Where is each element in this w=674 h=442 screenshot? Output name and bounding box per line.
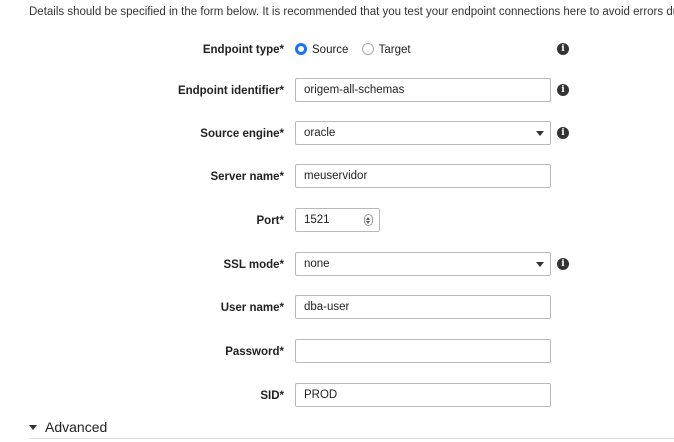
chevron-down-icon — [536, 131, 544, 136]
password-input[interactable] — [295, 339, 551, 363]
ssl-mode-label: SSL mode* — [223, 259, 285, 271]
user-name-label: User name* — [220, 302, 284, 314]
endpoint-type-info-icon[interactable]: i — [557, 43, 569, 55]
advanced-label: Advanced — [45, 419, 108, 435]
port-input[interactable]: 1521 — [295, 208, 380, 232]
chevron-down-icon — [536, 262, 544, 267]
server-name-row: Server name* meuservidor — [0, 164, 674, 190]
user-name-input[interactable]: dba-user — [295, 295, 551, 319]
endpoint-type-row: Endpoint type* Source Target i — [0, 37, 674, 63]
sid-input[interactable]: PROD — [295, 383, 551, 407]
ssl-mode-select[interactable]: none — [295, 252, 551, 276]
source-engine-select[interactable]: oracle — [295, 121, 551, 145]
ssl-mode-value: none — [304, 258, 330, 270]
caret-down-icon — [29, 424, 37, 430]
sid-row: SID* PROD — [0, 383, 674, 409]
server-name-label: Server name* — [210, 171, 284, 183]
source-engine-label: Source engine* — [200, 128, 284, 140]
sid-label: SID* — [260, 390, 284, 402]
source-radio-label[interactable]: Source — [312, 44, 348, 56]
ssl-mode-row: SSL mode* none i — [0, 252, 674, 278]
port-row: Port* 1521 — [0, 208, 674, 234]
endpoint-type-radio-group: Source Target — [295, 37, 421, 63]
section-divider — [29, 438, 674, 439]
password-label: Password* — [225, 346, 284, 358]
password-row: Password* — [0, 339, 674, 365]
ssl-mode-info-icon[interactable]: i — [557, 258, 569, 270]
target-radio-label[interactable]: Target — [379, 44, 411, 56]
form-description: Details should be specified in the form … — [29, 6, 674, 18]
server-name-input[interactable]: meuservidor — [295, 164, 551, 188]
endpoint-identifier-info-icon[interactable]: i — [557, 84, 569, 96]
source-engine-info-icon[interactable]: i — [557, 127, 569, 139]
target-radio[interactable] — [361, 43, 374, 55]
endpoint-identifier-input[interactable]: origem-all-schemas — [295, 78, 551, 102]
source-engine-row: Source engine* oracle i — [0, 121, 674, 147]
user-name-row: User name* dba-user — [0, 295, 674, 321]
endpoint-identifier-label: Endpoint identifier* — [177, 85, 284, 97]
port-label: Port* — [256, 215, 284, 227]
source-radio[interactable] — [295, 43, 307, 55]
stepper-icon[interactable] — [364, 214, 373, 226]
endpoint-type-label: Endpoint type* — [202, 44, 284, 56]
source-engine-value: oracle — [304, 127, 336, 139]
endpoint-identifier-row: Endpoint identifier* origem-all-schemas … — [0, 78, 674, 104]
port-value: 1521 — [304, 214, 330, 226]
advanced-toggle[interactable]: Advanced — [29, 419, 107, 435]
